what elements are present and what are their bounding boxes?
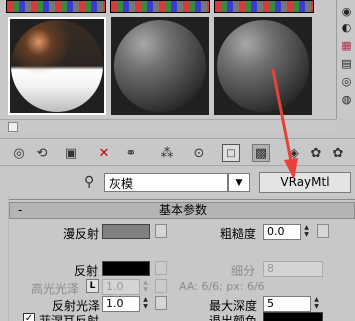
video-check-icon[interactable]: ◎ — [339, 74, 354, 89]
rollout-header[interactable]: - 基本参数 — [9, 202, 355, 219]
sample-slot-row-above[interactable] — [110, 0, 210, 13]
roughness-label: 粗糙度 — [220, 227, 257, 241]
basic-parameters-rollout: - 基本参数 漫反射 粗糙度 0.0 ▲ ▼ 反射 细分 8 高光光泽 L 1.0… — [9, 199, 355, 321]
hilight-lock-button[interactable]: L — [86, 279, 99, 293]
hilight-glossiness-map-button[interactable] — [155, 279, 167, 293]
diffuse-color-swatch[interactable] — [102, 224, 150, 239]
put-to-scene-icon[interactable]: ⟲ — [33, 144, 51, 162]
material-preview-sphere — [11, 20, 103, 112]
scrollbar-thumb[interactable] — [8, 122, 18, 132]
reflection-glossiness-map-button[interactable] — [155, 296, 167, 310]
roughness-spinner-arrows[interactable]: ▲ ▼ — [302, 224, 311, 240]
chevron-down-icon[interactable]: ▼ — [228, 173, 250, 192]
material-preview-sphere — [217, 20, 309, 112]
go-to-parent-icon[interactable]: ◈ — [285, 144, 303, 162]
sample-slot-1[interactable] — [8, 17, 106, 115]
material-preview-sphere — [114, 20, 206, 112]
rollout-title: 基本参数 — [158, 203, 207, 217]
material-id-channel-icon[interactable]: ⊙ — [190, 144, 208, 162]
roughness-map-button[interactable] — [317, 224, 329, 238]
reflect-label: 反射 — [74, 264, 99, 278]
pick-material-eyedropper-icon[interactable]: ⚲ — [84, 174, 94, 190]
reflect-map-button[interactable] — [155, 261, 167, 275]
fresnel-reflections-label: 菲涅耳反射 — [39, 314, 100, 321]
sample-slot-side-toolbar: ◉ ◐ ▦ ▤ ◎ ◍ — [336, 0, 355, 119]
make-unique-icon[interactable]: ⚭ — [122, 144, 140, 162]
assign-to-selection-icon[interactable]: ▣ — [62, 144, 80, 162]
material-editor-toolbar: ◎ ⟲ ▣ ✕ ⚭ ⁂ ⊙ □ ▩ ◈ ✿ ✿ — [0, 138, 355, 166]
material-name-row: ⚲ 灰模 ▼ VRayMtl — [0, 168, 355, 196]
subdivs-label: 细分 — [231, 264, 256, 278]
show-end-result-icon[interactable]: ▩ — [252, 144, 270, 162]
sample-slot-2[interactable] — [111, 17, 209, 115]
diffuse-map-button[interactable] — [155, 224, 167, 238]
reflect-color-swatch[interactable] — [102, 261, 150, 276]
slot-horizontal-scrollbar[interactable] — [0, 119, 336, 133]
roughness-spinner[interactable]: 0.0 — [263, 224, 301, 240]
show-map-icon[interactable]: □ — [222, 144, 240, 162]
max-depth-spinner[interactable]: 5 — [263, 296, 311, 312]
preview-icon[interactable]: ◍ — [339, 92, 354, 107]
tiling-icon[interactable]: ▤ — [339, 56, 354, 71]
exit-color-swatch[interactable] — [263, 312, 323, 321]
subdivs-spinner[interactable]: 8 — [263, 261, 323, 277]
material-sample-slots — [0, 0, 336, 119]
get-material-icon[interactable]: ◎ — [10, 144, 28, 162]
sample-type-icon[interactable]: ◉ — [339, 4, 354, 19]
diffuse-label: 漫反射 — [63, 227, 100, 241]
hilight-glossiness-spinner-arrows[interactable]: ▲ ▼ — [141, 279, 150, 295]
sample-slot-3[interactable] — [214, 17, 312, 115]
reflection-glossiness-spinner-arrows[interactable]: ▲ ▼ — [141, 296, 150, 312]
background-checker-icon[interactable]: ▦ — [339, 38, 354, 53]
sample-slot-row-above[interactable] — [6, 0, 106, 13]
fresnel-checkbox[interactable]: ✓ — [23, 313, 35, 321]
hilight-glossiness-spinner[interactable]: 1.0 — [102, 279, 140, 295]
material-map-navigator-icon[interactable]: ✿ — [329, 144, 347, 162]
sample-slot-row-above[interactable] — [214, 0, 314, 13]
material-type-button[interactable]: VRayMtl — [259, 172, 351, 193]
reflection-glossiness-spinner[interactable]: 1.0 — [102, 296, 140, 312]
exit-color-label: 退出颜色 — [209, 314, 258, 321]
max-depth-spinner-arrows[interactable]: ▲ ▼ — [312, 296, 321, 312]
aa-samples-text: AA: 6/6; px: 6/6 — [179, 280, 265, 293]
put-to-library-icon[interactable]: ⁂ — [158, 144, 176, 162]
left-panel-strip — [0, 196, 9, 321]
backlight-icon[interactable]: ◐ — [339, 20, 354, 35]
delete-icon[interactable]: ✕ — [95, 144, 113, 162]
go-forward-to-sibling-icon[interactable]: ✿ — [307, 144, 325, 162]
material-name-input[interactable]: 灰模 — [104, 173, 228, 192]
hilight-glossiness-label: 高光光泽 — [31, 282, 80, 296]
